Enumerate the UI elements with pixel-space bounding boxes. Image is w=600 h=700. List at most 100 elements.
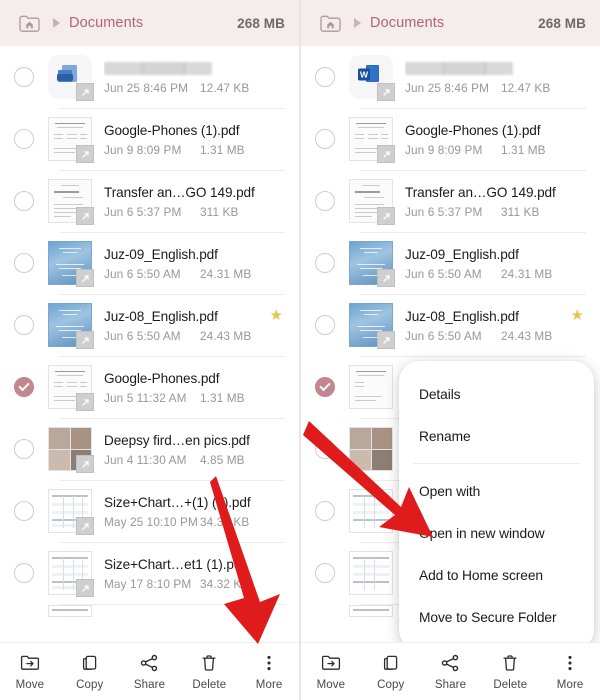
move-label: Move: [15, 679, 45, 691]
list-item[interactable]: Transfer an…GO 149.pdf Jun 6 5:37 PM 311…: [0, 170, 299, 232]
list-item-selected[interactable]: Google-Phones.pdf Jun 5 11:32 AM 1.31 MB: [0, 356, 299, 418]
file-list[interactable]: Jun 25 8:46 PM 12.47 KB Google-Phones (1…: [0, 46, 299, 642]
share-button[interactable]: Share: [120, 652, 180, 691]
row-checkbox[interactable]: [0, 253, 48, 273]
file-meta: Juz-08_English.pdf ★ Jun 6 5:50 AM 24.43…: [405, 308, 586, 343]
list-item[interactable]: Jun 25 8:46 PM 12.47 KB: [0, 46, 299, 108]
file-size: 12.47 KB: [501, 80, 551, 95]
context-menu-item-rename[interactable]: Rename: [399, 415, 594, 457]
list-item[interactable]: Juz-08_English.pdf ★ Jun 6 5:50 AM 24.43…: [0, 294, 299, 356]
context-menu-item-add-to-home-screen[interactable]: Add to Home screen: [399, 554, 594, 596]
more-label: More: [556, 679, 584, 691]
context-menu-item-open-with[interactable]: Open with: [399, 470, 594, 512]
file-size: 34.32 KB: [200, 576, 250, 591]
file-date: Jun 6 5:50 AM: [104, 328, 181, 343]
row-checkbox-checked[interactable]: [0, 377, 48, 397]
file-size: 311 KB: [501, 204, 540, 219]
row-checkbox-checked[interactable]: [301, 377, 349, 397]
list-item[interactable]: Juz-09_English.pdf Jun 6 5:50 AM 24.31 M…: [301, 232, 600, 294]
more-vertical-icon: [258, 652, 280, 674]
file-thumbnail: [48, 551, 94, 597]
favorite-star-icon[interactable]: ★: [565, 308, 584, 323]
row-checkbox[interactable]: [301, 439, 349, 459]
list-item[interactable]: W Jun 25 8:46 PM 12.47 KB: [301, 46, 600, 108]
more-label: More: [255, 679, 283, 691]
row-checkbox[interactable]: [0, 315, 48, 335]
share-label: Share: [133, 679, 166, 691]
file-thumbnail: [349, 605, 393, 617]
row-checkbox[interactable]: [0, 439, 48, 459]
file-thumbnail: [349, 303, 395, 349]
context-menu[interactable]: Details Rename Open with Open in new win…: [399, 361, 594, 642]
copy-label: Copy: [76, 679, 104, 691]
list-item-partial[interactable]: [0, 604, 299, 618]
file-meta: Jun 25 8:46 PM 12.47 KB: [405, 60, 586, 95]
copy-button[interactable]: Copy: [361, 652, 421, 691]
file-name: Deepsy fird…en pics.pdf: [104, 432, 250, 448]
file-name: Size+Chart…+(1) (1).pdf: [104, 494, 251, 510]
file-name: Transfer an…GO 149.pdf: [405, 184, 556, 200]
chevron-right-icon: [354, 18, 361, 28]
list-item[interactable]: Google-Phones (1).pdf Jun 9 8:09 PM 1.31…: [0, 108, 299, 170]
file-name: Google-Phones (1).pdf: [405, 122, 541, 138]
row-checkbox[interactable]: [301, 67, 349, 87]
file-date: Jun 5 11:32 AM: [104, 390, 187, 405]
delete-label: Delete: [493, 679, 528, 691]
file-size: 1.31 MB: [200, 390, 245, 405]
copy-button[interactable]: Copy: [60, 652, 120, 691]
shortcut-badge-icon: [377, 269, 395, 287]
list-item[interactable]: Google-Phones (1).pdf Jun 9 8:09 PM 1.31…: [301, 108, 600, 170]
storage-size-label: 268 MB: [237, 15, 285, 31]
favorite-star-icon[interactable]: ★: [264, 308, 283, 323]
copy-label: Copy: [377, 679, 405, 691]
move-button[interactable]: Move: [0, 652, 60, 691]
redacted-filename: [405, 62, 513, 76]
file-date: Jun 9 8:09 PM: [104, 142, 182, 157]
row-checkbox[interactable]: [0, 191, 48, 211]
row-checkbox[interactable]: [301, 253, 349, 273]
file-name: Google-Phones.pdf: [104, 370, 220, 386]
file-date: Jun 6 5:37 PM: [104, 204, 182, 219]
context-menu-item-open-in-new-window[interactable]: Open in new window: [399, 512, 594, 554]
file-date: Jun 9 8:09 PM: [405, 142, 483, 157]
breadcrumb-documents[interactable]: Documents: [69, 15, 143, 31]
file-size: 4.85 MB: [200, 452, 245, 467]
row-checkbox[interactable]: [301, 129, 349, 149]
file-thumbnail: [48, 605, 92, 617]
file-meta: Google-Phones (1).pdf Jun 9 8:09 PM 1.31…: [104, 122, 285, 157]
list-item[interactable]: Size+Chart…et1 (1).pdf May 17 8:10 PM 34…: [0, 542, 299, 604]
file-thumbnail: [48, 427, 94, 473]
row-checkbox[interactable]: [0, 563, 48, 583]
home-folder-icon[interactable]: [319, 13, 342, 34]
share-button[interactable]: Share: [421, 652, 481, 691]
list-item[interactable]: Deepsy fird…en pics.pdf Jun 4 11:30 AM 4…: [0, 418, 299, 480]
delete-button[interactable]: Delete: [179, 652, 239, 691]
breadcrumb-documents[interactable]: Documents: [370, 15, 444, 31]
row-checkbox[interactable]: [301, 501, 349, 521]
move-button[interactable]: Move: [301, 652, 361, 691]
context-menu-divider: [413, 463, 580, 464]
row-checkbox[interactable]: [0, 129, 48, 149]
context-menu-item-details[interactable]: Details: [399, 373, 594, 415]
file-meta: Size+Chart…et1 (1).pdf May 17 8:10 PM 34…: [104, 556, 285, 591]
file-date: Jun 6 5:50 AM: [104, 266, 181, 281]
delete-button[interactable]: Delete: [480, 652, 540, 691]
list-item[interactable]: Juz-09_English.pdf Jun 6 5:50 AM 24.31 M…: [0, 232, 299, 294]
file-list[interactable]: W Jun 25 8:46 PM 12.47 KB Google-Phones …: [301, 46, 600, 642]
trash-icon: [499, 652, 521, 674]
row-checkbox[interactable]: [0, 67, 48, 87]
row-checkbox[interactable]: [301, 563, 349, 583]
list-item[interactable]: Transfer an…GO 149.pdf Jun 6 5:37 PM 311…: [301, 170, 600, 232]
row-checkbox[interactable]: [301, 191, 349, 211]
list-item[interactable]: Juz-08_English.pdf ★ Jun 6 5:50 AM 24.43…: [301, 294, 600, 356]
more-button[interactable]: More: [239, 652, 299, 691]
list-item[interactable]: Size+Chart…+(1) (1).pdf May 25 10:10 PM …: [0, 480, 299, 542]
storage-size-label: 268 MB: [538, 15, 586, 31]
file-size: 1.31 MB: [501, 142, 546, 157]
more-button[interactable]: More: [540, 652, 600, 691]
row-checkbox[interactable]: [301, 315, 349, 335]
row-checkbox[interactable]: [0, 501, 48, 521]
home-folder-icon[interactable]: [18, 13, 41, 34]
file-thumbnail: [48, 117, 94, 163]
context-menu-item-move-to-secure-folder[interactable]: Move to Secure Folder: [399, 596, 594, 638]
